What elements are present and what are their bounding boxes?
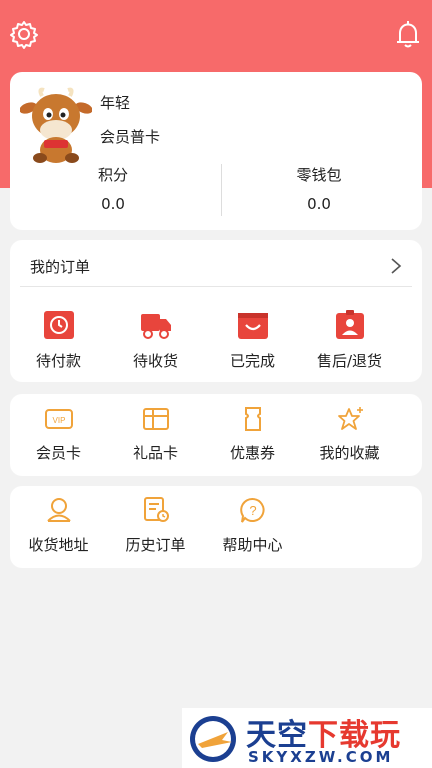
gift-card-icon [142,408,169,430]
service-section: 收货地址 历史订单 ? 帮助中心 [10,486,422,568]
pending-payment-icon [43,311,74,339]
star-icon [337,407,363,430]
menu-coupon[interactable]: 优惠券 [204,406,301,463]
menu-item-label: 帮助中心 [222,536,283,554]
order-item-label: 待收货 [132,352,178,370]
truck-icon [140,314,171,339]
menu-vip-card[interactable]: VIP 会员卡 [10,406,107,463]
coupon-icon [244,407,261,431]
address-icon [46,498,71,522]
avatar[interactable] [20,86,92,164]
member-level: 会员普卡 [100,128,161,146]
menu-history-orders[interactable]: 历史订单 [107,496,204,555]
menu-address[interactable]: 收货地址 [10,496,107,555]
wallet-value: 0.0 [307,195,331,213]
points-label: 积分 [97,166,128,184]
completed-icon [237,313,268,339]
order-item-label: 已完成 [229,352,275,370]
menu-item-label: 会员卡 [35,444,81,462]
menu-favorites[interactable]: 我的收藏 [301,406,398,463]
svg-text:?: ? [249,503,256,518]
points-value: 0.0 [101,195,125,213]
order-completed[interactable]: 已完成 [204,310,301,371]
menu-item-label: 优惠券 [229,444,275,462]
wallet-label: 零钱包 [296,166,342,184]
history-icon [143,497,169,522]
bell-icon[interactable] [392,18,424,50]
order-pending-receipt[interactable]: 待收货 [107,310,204,371]
chevron-right-icon[interactable] [388,256,404,276]
menu-item-label: 我的收藏 [319,444,380,462]
divider [20,286,412,287]
menu-item-label: 历史订单 [125,536,186,554]
points-stat[interactable]: 积分 0.0 [10,164,216,213]
profile-card: 年轻 会员普卡 积分 0.0 零钱包 0.0 [10,72,422,230]
order-pending-payment[interactable]: 待付款 [10,310,107,371]
watermark: 天空下载玩 SKYXZW.COM [182,708,432,768]
orders-card: 我的订单 待付款 待收货 已完成 售后/退货 [10,240,422,382]
menu-gift-card[interactable]: 礼品卡 [107,406,204,463]
vip-card-icon: VIP [44,409,73,429]
watermark-logo [190,716,236,762]
help-icon: ? [239,497,265,523]
order-item-label: 待付款 [35,352,81,370]
gear-icon[interactable] [8,18,40,50]
order-after-sales[interactable]: 售后/退货 [301,310,398,371]
after-sales-icon [335,310,364,339]
svg-text:VIP: VIP [52,416,65,425]
cards-section: VIP 会员卡 礼品卡 优惠券 我的收藏 [10,394,422,476]
menu-help-center[interactable]: ? 帮助中心 [204,496,301,555]
wallet-stat[interactable]: 零钱包 0.0 [216,164,422,213]
my-orders-title[interactable]: 我的订单 [30,256,90,277]
user-name: 年轻 [100,94,131,112]
watermark-en-text: SKYXZW.COM [248,748,394,766]
order-item-label: 售后/退货 [316,352,383,370]
menu-item-label: 收货地址 [28,536,89,554]
menu-item-label: 礼品卡 [132,444,178,462]
